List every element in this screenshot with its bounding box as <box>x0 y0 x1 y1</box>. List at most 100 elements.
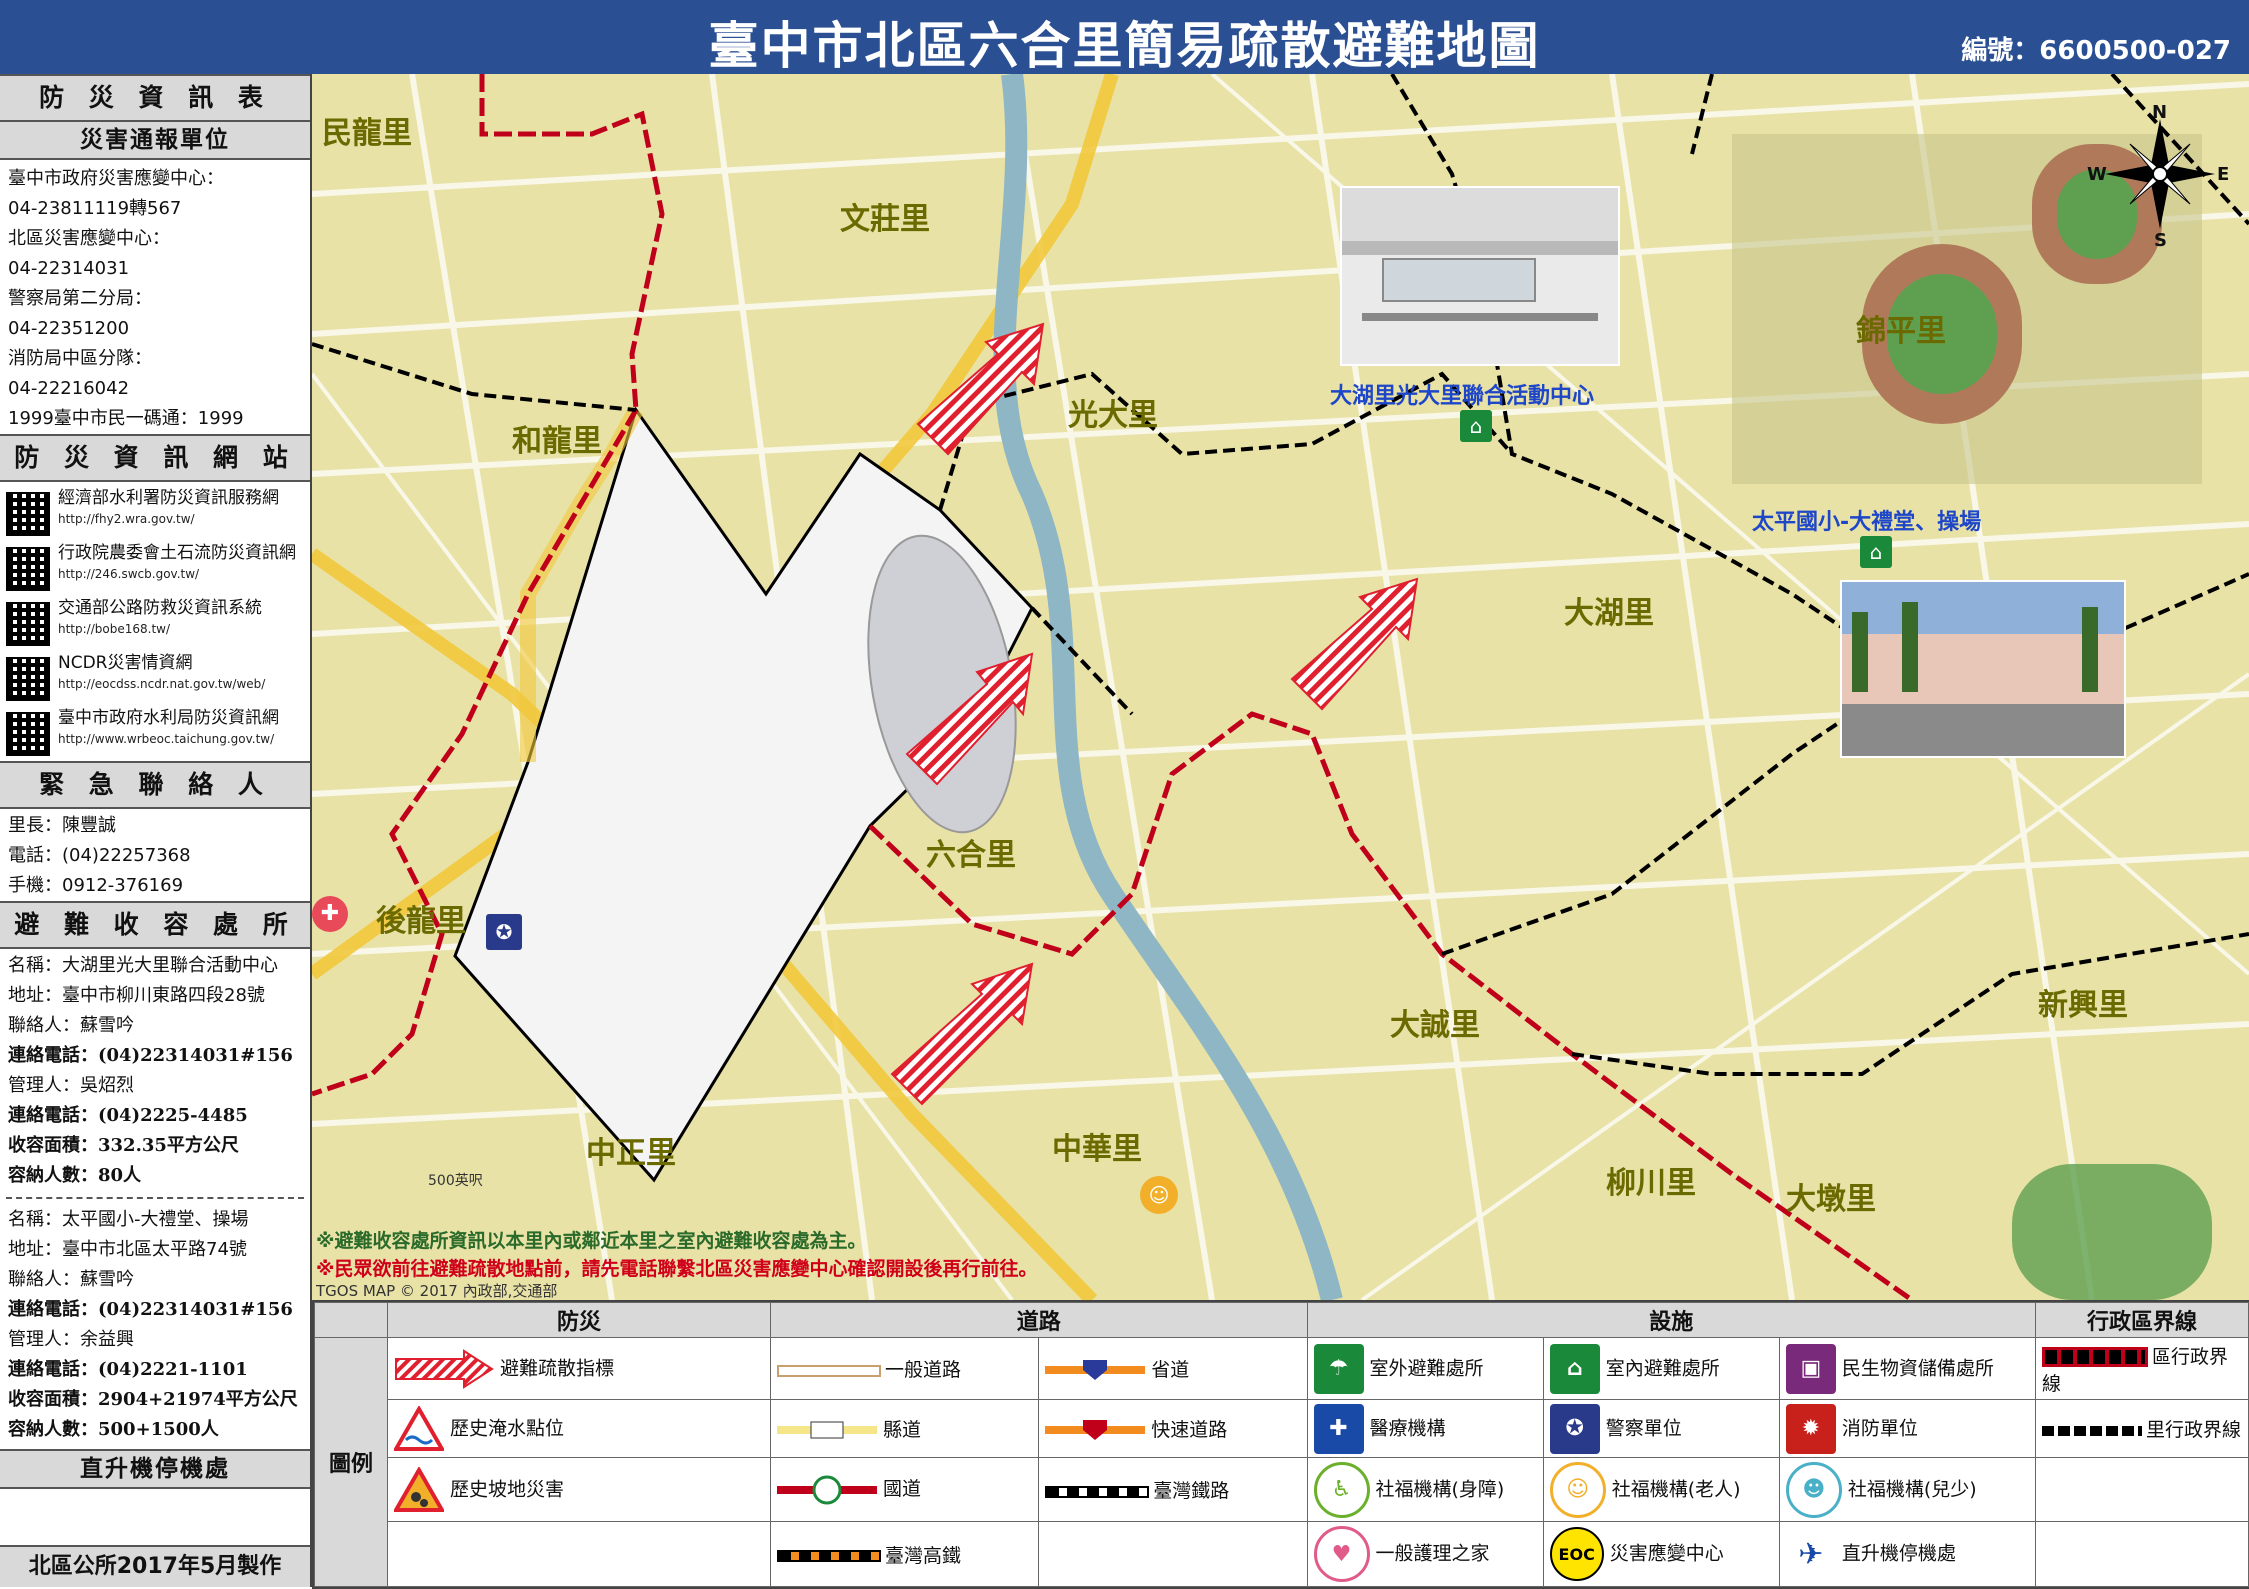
shelter-2-label: 太平國小-大禮堂、操場 <box>1752 510 1982 535</box>
contact-line: 手機：0912-376169 <box>8 875 184 896</box>
supplies-storage-icon: ▣ <box>1785 1343 1836 1394</box>
legend-fac-fire: ✹ 消防單位 <box>1778 1399 2037 1458</box>
qr-code-icon <box>6 657 50 701</box>
legend-fac-welfare-elderly: ☺ 社福機構(老人) <box>1542 1456 1780 1523</box>
police-station-icon[interactable]: ✪ <box>486 914 522 950</box>
footer-note: 北區公所2017年5月製作 <box>0 1545 310 1587</box>
report-line: 臺中市政府災害應變中心： <box>8 168 224 189</box>
legend-empty-2 <box>387 1521 771 1587</box>
shelter-1-info: 名稱：大湖里光大里聯合活動中心 地址：臺中市柳川東路四段28號 聯絡人：蘇雪吟 … <box>0 949 310 1191</box>
shelters-title: 避 難 收 容 處 所 <box>0 901 310 949</box>
flood-warning-icon <box>394 1405 444 1451</box>
indoor-shelter-icon: ⌂ <box>1549 1343 1600 1394</box>
shelter-line: 容納人數：500+1500人 <box>8 1419 219 1440</box>
legend-header-facility: 設施 <box>1306 1302 2036 1338</box>
legend-fac-outdoor: ☂ 室外避難處所 <box>1306 1336 1544 1401</box>
shelter-line: 地址：臺中市北區太平路74號 <box>8 1239 247 1260</box>
legend-road-railway: 臺灣鐵路 <box>1038 1456 1308 1523</box>
report-line: 04-23811119轉567 <box>8 198 182 219</box>
website-item[interactable]: 交通部公路防救災資訊系統 http://bobe168.tw/ <box>0 596 310 651</box>
map-note-1: ※避難收容處所資訊以本里內或鄰近本里之室內避難收容處為主。 <box>316 1230 867 1252</box>
report-line: 消防局中區分隊： <box>8 348 152 369</box>
evacuation-map[interactable]: N S W E 民龍里 文莊里 光大里 和龍里 錦平里 大湖里 六合里 後龍里 … <box>312 74 2249 1300</box>
report-line: 04-22216042 <box>8 378 130 399</box>
village-label-dadun: 大墩里 <box>1786 1182 1876 1217</box>
shelter-line: 收容面積：2904+21974平方公尺 <box>8 1389 298 1410</box>
shelter-line: 名稱：太平國小-大禮堂、操場 <box>8 1209 249 1230</box>
compass-west: W <box>2087 164 2107 185</box>
info-sidebar: 防 災 資 訊 表 災害通報單位 臺中市政府災害應變中心： 04-2381111… <box>0 74 312 1587</box>
compass-north: N <box>2152 102 2168 123</box>
map-scale: 500英呎 <box>428 1173 483 1189</box>
info-table-title: 防 災 資 訊 表 <box>0 74 310 122</box>
qr-code-icon <box>6 602 50 646</box>
indoor-shelter-icon[interactable]: ⌂ <box>1460 410 1492 442</box>
village-label-zhonghua: 中華里 <box>1052 1132 1142 1167</box>
legend-empty-1 <box>2035 1456 2249 1523</box>
police-icon: ✪ <box>1549 1403 1600 1454</box>
website-item[interactable]: 行政院農委會土石流防災資訊網 http://246.swcb.gov.tw/ <box>0 541 310 596</box>
legend-header-disaster: 防災 <box>387 1302 771 1338</box>
legend-fac-eoc: EOC 災害應變中心 <box>1542 1521 1780 1587</box>
expressway-icon <box>1045 1420 1146 1441</box>
county-road-icon <box>777 1421 877 1439</box>
shelter-2-photo <box>1840 580 2126 758</box>
legend-row-label: 圖例 <box>314 1337 388 1587</box>
report-line: 警察局第二分局： <box>8 288 152 309</box>
medical-icon[interactable]: ✚ <box>312 896 348 932</box>
welfare-elderly-icon[interactable]: ☺ <box>1140 1176 1178 1214</box>
legend-road-expressway: 快速道路 <box>1038 1399 1308 1458</box>
website-item[interactable]: NCDR災害情資網 http://eocdss.ncdr.nat.gov.tw/w… <box>0 651 310 706</box>
eoc-icon: EOC <box>1549 1527 1604 1582</box>
village-label-liuhe: 六合里 <box>926 838 1016 873</box>
report-units-title: 災害通報單位 <box>0 122 310 160</box>
village-label-minlong: 民龍里 <box>322 116 412 151</box>
village-label-houlong: 後龍里 <box>376 904 466 939</box>
website-item[interactable]: 臺中市政府水利局防災資訊網 http://www.wrbeoc.taichung.… <box>0 706 310 761</box>
helicopter-icon: ✈ <box>1785 1529 1836 1580</box>
village-label-wenzhuang: 文莊里 <box>840 202 930 237</box>
legend-road-provincial: 省道 <box>1038 1336 1308 1401</box>
legend-boundary-village: 里行政界線 <box>2035 1399 2249 1458</box>
shelter-1-label: 大湖里光大里聯合活動中心 <box>1330 384 1595 409</box>
shelter-line: 收容面積：332.35平方公尺 <box>8 1135 239 1156</box>
contact-line: 里長：陳豐誠 <box>8 815 116 836</box>
shelter-line: 管理人：余益興 <box>8 1329 134 1350</box>
report-line: 04-22351200 <box>8 318 130 339</box>
website-item[interactable]: 經濟部水利署防災資訊服務網 http://fhy2.wra.gov.tw/ <box>0 486 310 541</box>
landslide-warning-icon <box>394 1466 444 1512</box>
welfare-elderly-icon: ☺ <box>1549 1461 1606 1518</box>
village-label-dacheng: 大誠里 <box>1390 1008 1480 1043</box>
evacuation-arrow <box>890 962 1034 1106</box>
map-code: 編號：6600500-027 <box>1961 36 2231 66</box>
village-label-guangda: 光大里 <box>1068 398 1158 433</box>
shelter-2-info: 名稱：太平國小-大禮堂、操場 地址：臺中市北區太平路74號 聯絡人：蘇雪吟 連絡… <box>0 1205 310 1445</box>
qr-code-icon <box>6 492 50 536</box>
shelter-1-photo <box>1340 186 1620 366</box>
medical-icon: ✚ <box>1313 1403 1364 1454</box>
legend-fac-nursing: ♥ 一般護理之家 <box>1306 1521 1544 1587</box>
legend-fac-heli: ✈ 直升機停機處 <box>1778 1521 2037 1587</box>
fire-station-icon: ✹ <box>1785 1403 1836 1454</box>
village-label-xinxing: 新興里 <box>2038 988 2128 1023</box>
legend-fac-supplies: ▣ 民生物資儲備處所 <box>1778 1336 2037 1401</box>
indoor-shelter-icon[interactable]: ⌂ <box>1860 536 1892 568</box>
legend-fac-police: ✪ 警察單位 <box>1542 1399 1780 1458</box>
legend-boundary-district: 區行政界線 <box>2035 1336 2249 1401</box>
qr-code-icon <box>6 547 50 591</box>
report-line: 04-22314031 <box>8 258 130 279</box>
legend-header-road: 道路 <box>770 1302 1308 1338</box>
legend-fac-welfare-disabled: ♿ 社福機構(身障) <box>1306 1456 1544 1523</box>
shelter-line: 連絡電話：(04)2221-1101 <box>8 1359 248 1380</box>
compass-east: E <box>2217 164 2230 185</box>
river <box>993 74 1343 1300</box>
legend-road-hsr: 臺灣高鐵 <box>769 1521 1040 1587</box>
outdoor-shelter-icon: ☂ <box>1313 1343 1364 1394</box>
village-label-liuchuan: 柳川里 <box>1606 1166 1696 1201</box>
legend-header-boundary: 行政區界線 <box>2035 1302 2249 1338</box>
map-note-2: ※民眾欲前往避難疏散地點前，請先電話聯繫北區災害應變中心確認開設後再行前往。 <box>316 1258 1038 1280</box>
qr-code-icon <box>6 712 50 756</box>
village-label-helong: 和龍里 <box>512 424 602 459</box>
divider <box>6 1197 304 1199</box>
shelter-line: 管理人：吳炤烈 <box>8 1075 134 1096</box>
